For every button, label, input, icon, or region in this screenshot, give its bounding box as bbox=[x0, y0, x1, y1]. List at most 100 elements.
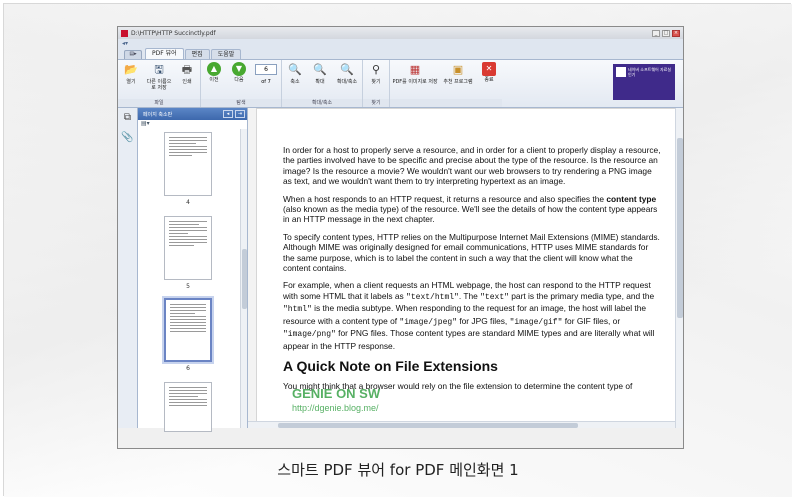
thumbnail-scrollbar[interactable] bbox=[240, 129, 247, 428]
ribbon-group-zoom: 🔍 축소 🔍 확대 🔍 확대/축소 확대/축소 bbox=[282, 60, 363, 107]
save-as-image-button[interactable]: ▦ PDF를 이미지로 저장 bbox=[392, 62, 438, 99]
close-window-button[interactable]: × bbox=[672, 29, 680, 37]
book-icon: ▣ bbox=[452, 63, 464, 76]
save-as-label: 다른 이름으로 저장 bbox=[146, 79, 172, 91]
window-title: D:\HTTP\HTTP Succinctly.pdf bbox=[131, 29, 216, 37]
thumbnail-options-icon[interactable]: ▤▾ bbox=[141, 120, 150, 127]
side-panel-strip: ⧉ 📎 bbox=[118, 108, 138, 428]
panel-close-icon[interactable]: ⇥ bbox=[235, 110, 245, 118]
arrow-up-icon: ▲ bbox=[207, 62, 221, 76]
thumbnail-scroll-thumb[interactable] bbox=[242, 249, 247, 309]
previous-label: 이전 bbox=[209, 77, 219, 83]
zoom-menu-button[interactable]: 🔍 확대/축소 bbox=[334, 62, 360, 99]
thumbnail-panel-title: 페이지 축소판 bbox=[143, 111, 173, 118]
minimize-button[interactable]: _ bbox=[652, 29, 660, 37]
pages-icon[interactable]: ⧉ bbox=[124, 112, 131, 123]
vertical-scroll-thumb[interactable] bbox=[677, 138, 683, 318]
ribbon-group-tools: ▦ PDF를 이미지로 저장 ▣ 추천 프로그램 ✕ 종료 bbox=[390, 60, 502, 107]
navigation-group-label: 탐색 bbox=[201, 99, 281, 107]
zoom-in-label: 확대 bbox=[315, 79, 325, 85]
exit-button[interactable]: ✕ 종료 bbox=[478, 62, 500, 99]
thumbnail-panel-header: 페이지 축소판 ◂ ⇥ bbox=[138, 108, 247, 120]
watermark-title: GENIE ON SW bbox=[292, 386, 381, 401]
next-label: 다음 bbox=[234, 77, 244, 83]
exit-label: 종료 bbox=[484, 77, 494, 83]
find-group-label: 찾기 bbox=[363, 99, 389, 107]
thumbnail-page-number: 4 bbox=[186, 199, 190, 206]
page-number-control: 6 of 7 bbox=[253, 62, 279, 99]
quick-access-toolbar: ◂▾ bbox=[118, 39, 683, 48]
find-label: 찾기 bbox=[371, 79, 381, 85]
workspace: ⧉ 📎 페이지 축소판 ◂ ⇥ ▤▾ 4 5 6 In order for a … bbox=[118, 108, 683, 432]
page-thumbnail-6[interactable] bbox=[162, 296, 214, 364]
panel-options-icon[interactable]: ◂ bbox=[223, 110, 233, 118]
previous-page-button[interactable]: ▲ 이전 bbox=[203, 62, 225, 99]
tab-edit[interactable]: 편집 bbox=[184, 49, 210, 59]
page-count-label: of 7 bbox=[261, 79, 271, 85]
advertisement-banner[interactable]: 네이버 소프트웨어 자료실 인기 bbox=[613, 64, 675, 100]
zoom-icon: 🔍 bbox=[340, 63, 354, 76]
screenshot-frame: D:\HTTP\HTTP Succinctly.pdf _ □ × ◂▾ ▤▸ … bbox=[3, 3, 792, 497]
image-caption: 스마트 PDF 뷰어 for PDF 메인화면 1 bbox=[277, 461, 519, 479]
watermark-url: http://dgenie.blog.me/ bbox=[292, 403, 379, 413]
thumbnail-page-number: 5 bbox=[186, 283, 190, 290]
app-logo-icon bbox=[121, 29, 128, 37]
zoom-out-icon: 🔍 bbox=[288, 63, 302, 76]
print-button[interactable]: 🖶 인쇄 bbox=[176, 62, 198, 99]
next-page-button[interactable]: ▼ 다음 bbox=[228, 62, 250, 99]
recommended-programs-button[interactable]: ▣ 추천 프로그램 bbox=[441, 62, 475, 99]
paragraph: To specify content types, HTTP relies on… bbox=[283, 231, 660, 274]
ad-logo-icon bbox=[616, 67, 626, 77]
pdf-icon: ▦ bbox=[409, 63, 421, 76]
vertical-scrollbar[interactable] bbox=[675, 108, 683, 428]
tools-group-label bbox=[390, 99, 502, 107]
paragraph: In order for a host to properly serve a … bbox=[283, 145, 661, 187]
zoom-group-label: 확대/축소 bbox=[282, 99, 362, 107]
print-label: 인쇄 bbox=[182, 79, 192, 85]
zoom-out-button[interactable]: 🔍 축소 bbox=[284, 62, 306, 99]
paragraph: For example, when a client requests an H… bbox=[283, 280, 655, 351]
pdf-page: In order for a host to properly serve a … bbox=[256, 108, 676, 428]
horizontal-scroll-thumb[interactable] bbox=[278, 423, 578, 428]
ribbon-group-file: 📂 열기 🖫 다른 이름으로 저장 🖶 인쇄 파일 bbox=[118, 60, 201, 107]
page-thumbnail-4[interactable] bbox=[164, 132, 212, 196]
horizontal-scrollbar[interactable] bbox=[248, 421, 675, 428]
page-thumbnail-5[interactable] bbox=[164, 216, 212, 280]
close-icon: ✕ bbox=[482, 62, 496, 76]
pdf-viewer-window: D:\HTTP\HTTP Succinctly.pdf _ □ × ◂▾ ▤▸ … bbox=[117, 26, 684, 449]
app-menu-button[interactable]: ▤▸ bbox=[124, 50, 142, 59]
paragraph: When a host responds to an HTTP request,… bbox=[283, 193, 658, 225]
zoom-in-icon: 🔍 bbox=[313, 63, 327, 76]
ribbon-group-navigation: ▲ 이전 ▼ 다음 6 of 7 탐색 bbox=[201, 60, 282, 107]
title-bar: D:\HTTP\HTTP Succinctly.pdf _ □ × bbox=[118, 27, 683, 39]
quick-access-dropdown-icon[interactable]: ◂▾ bbox=[122, 40, 128, 47]
tab-help[interactable]: 도움말 bbox=[210, 49, 242, 59]
zoom-in-button[interactable]: 🔍 확대 bbox=[309, 62, 331, 99]
window-controls: _ □ × bbox=[652, 29, 680, 37]
save-icon: 🖫 bbox=[154, 63, 164, 76]
zoom-out-label: 축소 bbox=[290, 79, 300, 85]
open-button[interactable]: 📂 열기 bbox=[120, 62, 142, 99]
maximize-button[interactable]: □ bbox=[662, 29, 670, 37]
ribbon-group-find: ⚲ 찾기 찾기 bbox=[363, 60, 390, 107]
arrow-down-icon: ▼ bbox=[232, 62, 246, 76]
find-button[interactable]: ⚲ 찾기 bbox=[365, 62, 387, 99]
ribbon: 📂 열기 🖫 다른 이름으로 저장 🖶 인쇄 파일 ▲ 이전 ▼ 다음 6 of… bbox=[118, 60, 683, 108]
save-as-button[interactable]: 🖫 다른 이름으로 저장 bbox=[145, 62, 173, 99]
recommended-programs-label: 추천 프로그램 bbox=[443, 79, 473, 85]
thumbnail-toolbar: ▤▾ bbox=[138, 120, 247, 129]
folder-icon: 📂 bbox=[124, 63, 138, 76]
ribbon-tabs: ▤▸ PDF 뷰어 편집 도움말 bbox=[118, 48, 683, 60]
ad-text: 네이버 소프트웨어 자료실 인기 bbox=[628, 67, 672, 77]
section-heading: A Quick Note on File Extensions bbox=[283, 357, 498, 374]
open-label: 열기 bbox=[126, 79, 136, 85]
printer-icon: 🖶 bbox=[181, 63, 193, 76]
paperclip-icon[interactable]: 📎 bbox=[121, 132, 133, 143]
thumbnail-page-number: 6 bbox=[186, 365, 190, 372]
tab-pdf-viewer[interactable]: PDF 뷰어 bbox=[145, 48, 184, 59]
binoculars-icon: ⚲ bbox=[371, 63, 381, 76]
document-view[interactable]: In order for a host to properly serve a … bbox=[248, 108, 683, 428]
zoom-menu-label: 확대/축소 bbox=[336, 79, 358, 85]
page-number-input[interactable]: 6 bbox=[255, 64, 277, 75]
page-thumbnail-7[interactable] bbox=[164, 382, 212, 432]
